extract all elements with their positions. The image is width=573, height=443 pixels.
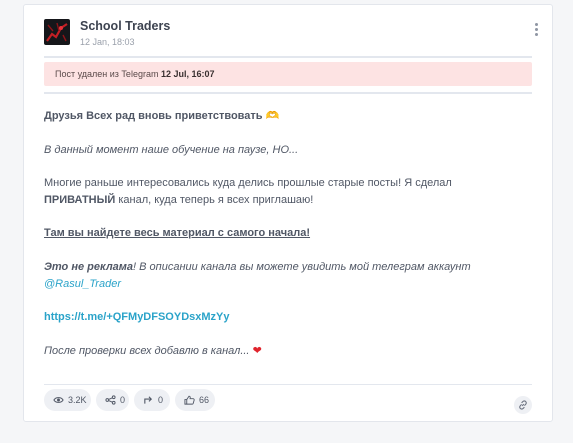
copy-link-button[interactable] xyxy=(514,396,532,414)
divider xyxy=(44,384,532,385)
divider xyxy=(44,56,532,58)
views-counter[interactable]: 3.2K xyxy=(44,389,91,411)
heart-emoji: ❤ xyxy=(252,344,262,357)
post-date: 12 Jan, 18:03 xyxy=(80,37,135,47)
thumbs-up-icon xyxy=(184,395,195,405)
invite-link[interactable]: https://t.me/+QFMyDFSOYDsxMzYy xyxy=(44,311,230,323)
post-card: School Traders 12 Jan, 18:03 Пост удален… xyxy=(23,4,553,422)
post-line: https://t.me/+QFMyDFSOYDsxMzYy xyxy=(44,309,532,326)
reactions-counter[interactable]: 66 xyxy=(175,389,215,411)
post-line: После проверки всех добавлю в канал... ❤ xyxy=(44,344,262,357)
deleted-notice: Пост удален из Telegram 12 Jul, 16:07 xyxy=(44,62,532,86)
post-body: Друзья Всех рад вновь приветствовать 🫶 В… xyxy=(44,108,532,359)
shares-counter[interactable]: 0 xyxy=(96,389,129,411)
deleted-notice-date: 12 Jul, 16:07 xyxy=(160,69,215,79)
link-icon xyxy=(519,400,527,410)
channel-avatar[interactable] xyxy=(44,19,70,45)
heart-hands-emoji: 🫶 xyxy=(265,110,280,122)
more-vertical-icon[interactable] xyxy=(532,23,540,39)
share-icon xyxy=(105,395,116,405)
forward-icon xyxy=(144,396,153,404)
post-line: Многие раньше интересовались куда делись… xyxy=(44,177,452,206)
divider xyxy=(44,92,532,94)
deleted-notice-text: Пост удален из Telegram xyxy=(55,69,159,79)
mention-link[interactable]: @Rasul_Trader xyxy=(44,278,121,290)
post-footer: 3.2K 0 0 66 xyxy=(44,389,532,414)
eye-icon xyxy=(53,397,64,403)
channel-name[interactable]: School Traders xyxy=(80,19,170,33)
post-line: Там вы найдете весь материал с самого на… xyxy=(44,227,311,240)
forwards-counter[interactable]: 0 xyxy=(134,389,170,411)
post-line: Это не реклама! В описании канала вы мож… xyxy=(44,260,471,290)
post-line: Друзья Всех рад вновь приветствовать 🫶 xyxy=(44,110,280,122)
post-line: В данный момент наше обучение на паузе, … xyxy=(44,143,299,156)
